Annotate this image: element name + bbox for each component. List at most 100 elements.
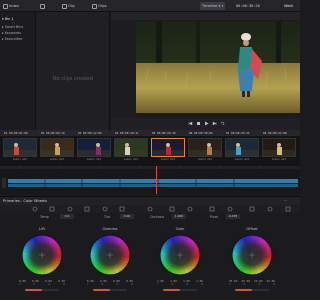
- clip-thumbnail[interactable]: [40, 138, 74, 157]
- clip-thumbnail[interactable]: [114, 138, 148, 157]
- prev-icon[interactable]: [188, 121, 193, 126]
- color-wheel-gamma[interactable]: [87, 232, 133, 278]
- clip-thumbnail[interactable]: [262, 138, 296, 157]
- timeline-name: Timeline 4: [202, 4, 221, 8]
- master-wheel-slider[interactable]: [93, 289, 127, 291]
- clip-thumbnail[interactable]: [3, 138, 37, 157]
- master-wheel-slider[interactable]: [25, 289, 59, 291]
- temp-field[interactable]: 0.0: [60, 214, 74, 219]
- wheel-channel-labels: YRGB: [87, 283, 133, 286]
- color-wheel-lift[interactable]: [19, 232, 65, 278]
- clip-caption: Lumix Apt: [49, 158, 65, 161]
- channel-label: G: [258, 283, 261, 286]
- bin-label: Bin 1: [4, 16, 14, 21]
- slider-fill: [235, 289, 252, 291]
- clip-thumbnail[interactable]: [151, 138, 185, 157]
- more-icon[interactable]: ⋯: [284, 199, 288, 203]
- transport-controls: [111, 118, 300, 130]
- top-right-label: Wedi: [284, 2, 293, 10]
- pivot-field[interactable]: 0.435: [226, 214, 240, 219]
- tint-field[interactable]: 0.00: [120, 214, 134, 219]
- pivot-label: Pivot: [210, 215, 219, 219]
- viewer-image: [136, 21, 300, 113]
- top-toolbar: Index Clip Clips Timeline 4 ▾ 00:00:38:2…: [0, 0, 300, 12]
- mini-timeline[interactable]: [0, 166, 300, 194]
- bin-item-favourites[interactable]: ▸ Favourites: [2, 36, 22, 41]
- master-wheel-slider[interactable]: [235, 289, 269, 291]
- clip-header: 07 00:00:35:21: [226, 130, 250, 135]
- wheel-channel-labels: YRGB: [19, 283, 65, 286]
- timeline-tracks: [0, 166, 300, 188]
- channel-label: R: [243, 283, 246, 286]
- timecode-display: 00:00:38:20: [236, 2, 260, 10]
- next-icon[interactable]: [212, 121, 217, 126]
- clips-label: Clips: [98, 4, 107, 8]
- clip-caption: Lumix Apt: [86, 158, 102, 161]
- loop-icon[interactable]: [220, 121, 225, 126]
- color-panel-header: Primaries - Color Wheels ⋯: [0, 196, 300, 205]
- clip-caption: Lumix Apt: [123, 158, 139, 161]
- viewer-frame[interactable]: [136, 21, 300, 113]
- color-wheel-gain[interactable]: [157, 232, 203, 278]
- media-pool-button[interactable]: Index: [3, 2, 19, 10]
- viewer-header: [111, 12, 300, 20]
- stop-icon[interactable]: [196, 121, 201, 126]
- timeline-selector[interactable]: Timeline 4 ▾: [200, 2, 226, 10]
- clip-header: 01 00:00:01:09: [4, 130, 28, 135]
- wheel-title-gain: Gain: [175, 226, 185, 231]
- slider-fill: [93, 289, 110, 291]
- folder-icon: ▸: [2, 30, 4, 35]
- playhead[interactable]: [156, 166, 157, 194]
- clip-caption: Lumix Apt: [271, 158, 287, 161]
- color-wheel-offset[interactable]: [229, 232, 275, 278]
- top-right-text: Wedi: [284, 4, 293, 8]
- timecode-text: 00:00:38:20: [236, 4, 260, 8]
- bin-label: Keywords: [4, 30, 21, 35]
- bin-label: Favourites: [4, 36, 23, 41]
- channel-label: B: [63, 283, 65, 286]
- clip-button[interactable]: Clip: [62, 2, 75, 10]
- clip-caption: Lumix Apt: [160, 158, 176, 161]
- clip-thumbnail[interactable]: [77, 138, 111, 157]
- play-icon[interactable]: [204, 121, 209, 126]
- folder-icon: ▸: [2, 36, 4, 41]
- channel-label: Y: [157, 283, 159, 286]
- temp-label: Temp: [40, 215, 49, 219]
- bin-item-keywords[interactable]: ▸ Keywords: [2, 30, 21, 35]
- folder-icon: ▸: [2, 24, 4, 29]
- clip-caption: Lumix Apt: [197, 158, 213, 161]
- channel-label: R: [101, 283, 104, 286]
- channel-label: Y: [229, 283, 231, 286]
- tint-label: Tint: [104, 215, 111, 219]
- grid-view-button[interactable]: [40, 2, 45, 10]
- channel-label: G: [116, 283, 119, 286]
- empty-pool-message: No clips created: [52, 76, 94, 82]
- master-wheel-slider[interactable]: [163, 289, 197, 291]
- clip-caption: Lumix Apt: [12, 158, 28, 161]
- bin-list: ▾ Bin 1 ▸ Smart Bins ▸ Keywords ▸ Favour…: [0, 12, 36, 130]
- clip-icon: [62, 3, 67, 9]
- slider-fill: [163, 289, 180, 291]
- clip-header: 04 00:00:18:11: [115, 130, 139, 135]
- bin-label: Smart Bins: [4, 24, 24, 29]
- channel-label: R: [171, 283, 174, 286]
- grid-icon: [40, 3, 45, 9]
- clip-header: 08 00:00:41:08: [263, 130, 287, 135]
- wheel-title-gamma: Gamma: [102, 226, 118, 231]
- wheel-title-offset: Offset: [246, 226, 258, 231]
- clip-thumbnail[interactable]: [188, 138, 222, 157]
- media-pool: ▾ Bin 1 ▸ Smart Bins ▸ Keywords ▸ Favour…: [0, 12, 110, 130]
- clip-thumbnail[interactable]: [225, 138, 259, 157]
- clip-header: 03 00:00:12:02: [78, 130, 102, 135]
- clips-button[interactable]: Clips: [92, 2, 107, 10]
- bin-item-1[interactable]: ▾ Bin 1: [2, 16, 13, 21]
- wheel-title-lift: Lift: [39, 226, 45, 231]
- color-panel-title: Primaries - Color Wheels: [3, 199, 48, 203]
- channel-label: B: [201, 283, 203, 286]
- channel-label: Y: [19, 283, 21, 286]
- channel-label: G: [48, 283, 51, 286]
- clip-header: 06 00:00:30:05: [189, 130, 213, 135]
- bin-item-smart[interactable]: ▸ Smart Bins: [2, 24, 23, 29]
- channel-label: B: [273, 283, 275, 286]
- contrast-field[interactable]: 1.000: [172, 214, 186, 219]
